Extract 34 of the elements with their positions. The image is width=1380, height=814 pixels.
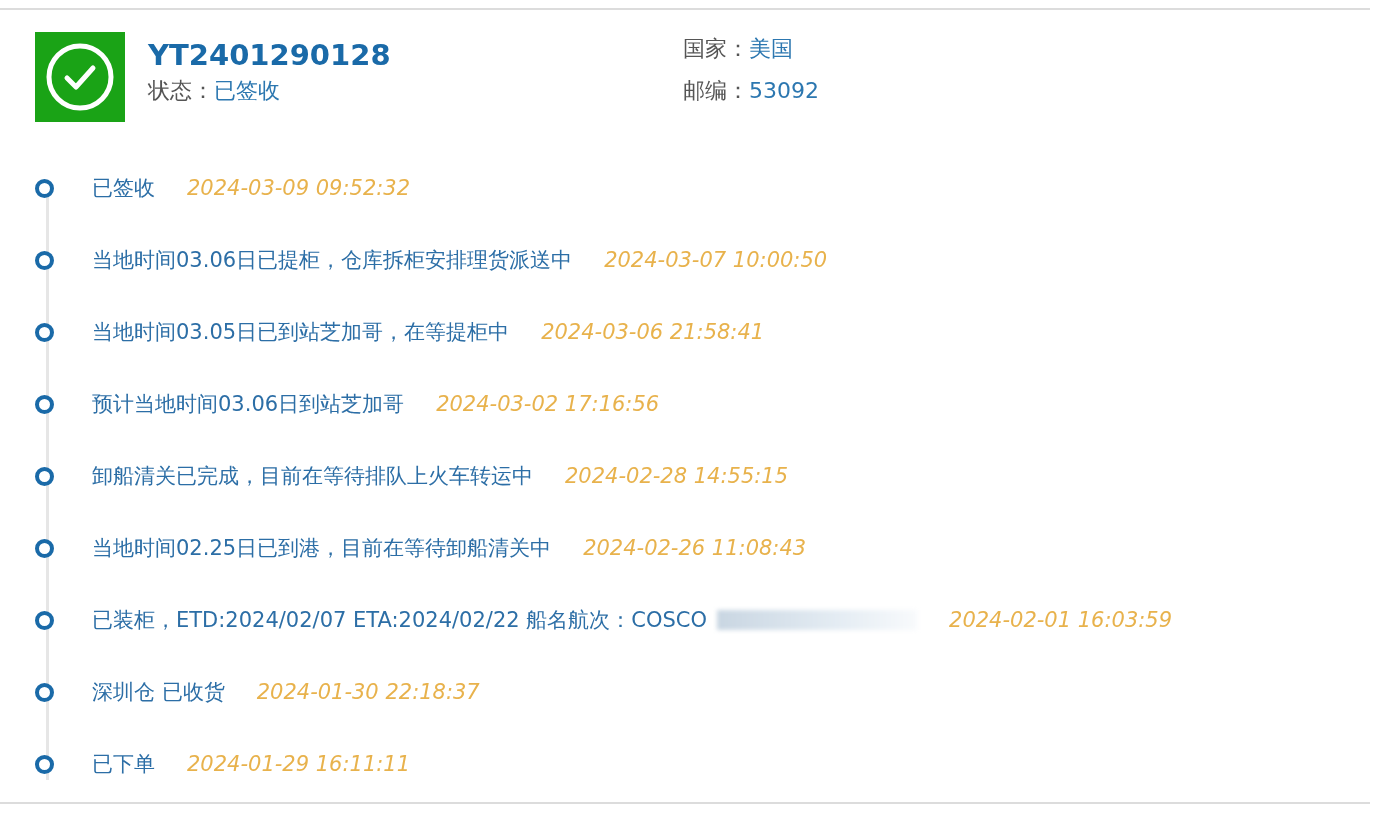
event-text: 当地时间03.06日已提柜，仓库拆柜安排理货派送中 — [92, 247, 573, 274]
timeline-dot-icon — [35, 178, 54, 198]
event-text: 深圳仓 已收货 — [92, 679, 225, 706]
event-time: 2024-01-30 22:18:37 — [256, 680, 480, 704]
timeline-dot-icon — [35, 610, 54, 630]
country-label: 国家： — [683, 36, 749, 61]
event-text: 当地时间02.25日已到港，目前在等待卸船清关中 — [92, 535, 552, 562]
timeline-dot-icon — [35, 466, 54, 486]
event-time: 2024-01-29 16:11:11 — [187, 752, 411, 776]
timeline-dot-icon — [35, 394, 54, 414]
event-time: 2024-03-07 10:00:50 — [604, 248, 828, 272]
event-time: 2024-03-09 09:52:32 — [187, 176, 411, 200]
status-label: 状态： — [148, 78, 214, 103]
timeline-dot-icon — [35, 538, 54, 558]
timeline-dot-icon — [35, 322, 54, 342]
event-time: 2024-02-01 16:03:59 — [949, 608, 1173, 632]
event-text: 卸船清关已完成，目前在等待排队上火车转运中 — [92, 463, 533, 490]
event-time: 2024-03-06 21:58:41 — [541, 320, 765, 344]
event-text: 已下单 — [92, 751, 155, 778]
timeline-dot-icon — [35, 754, 54, 774]
event-text: 已装柜，ETD:2024/02/07 ETA:2024/02/22 船名航次：COSCO — [92, 607, 708, 634]
timeline-dot-icon — [35, 682, 54, 702]
country-value: 美国 — [749, 36, 793, 61]
event-text: 已签收 — [92, 175, 155, 202]
postcode-value: 53092 — [749, 78, 819, 103]
event-time: 2024-03-02 17:16:56 — [436, 392, 660, 416]
event-text: 当地时间03.05日已到站芝加哥，在等提柜中 — [92, 319, 510, 346]
timeline-dot-icon — [35, 250, 54, 270]
status-value: 已签收 — [214, 78, 280, 103]
event-text: 预计当地时间03.06日到站芝加哥 — [92, 391, 405, 418]
event-time: 2024-02-26 11:08:43 — [583, 536, 807, 560]
postcode-label: 邮编： — [683, 78, 749, 103]
event-time: 2024-02-28 14:55:15 — [565, 464, 789, 488]
tracking-number: YT2401290128 — [148, 38, 392, 72]
